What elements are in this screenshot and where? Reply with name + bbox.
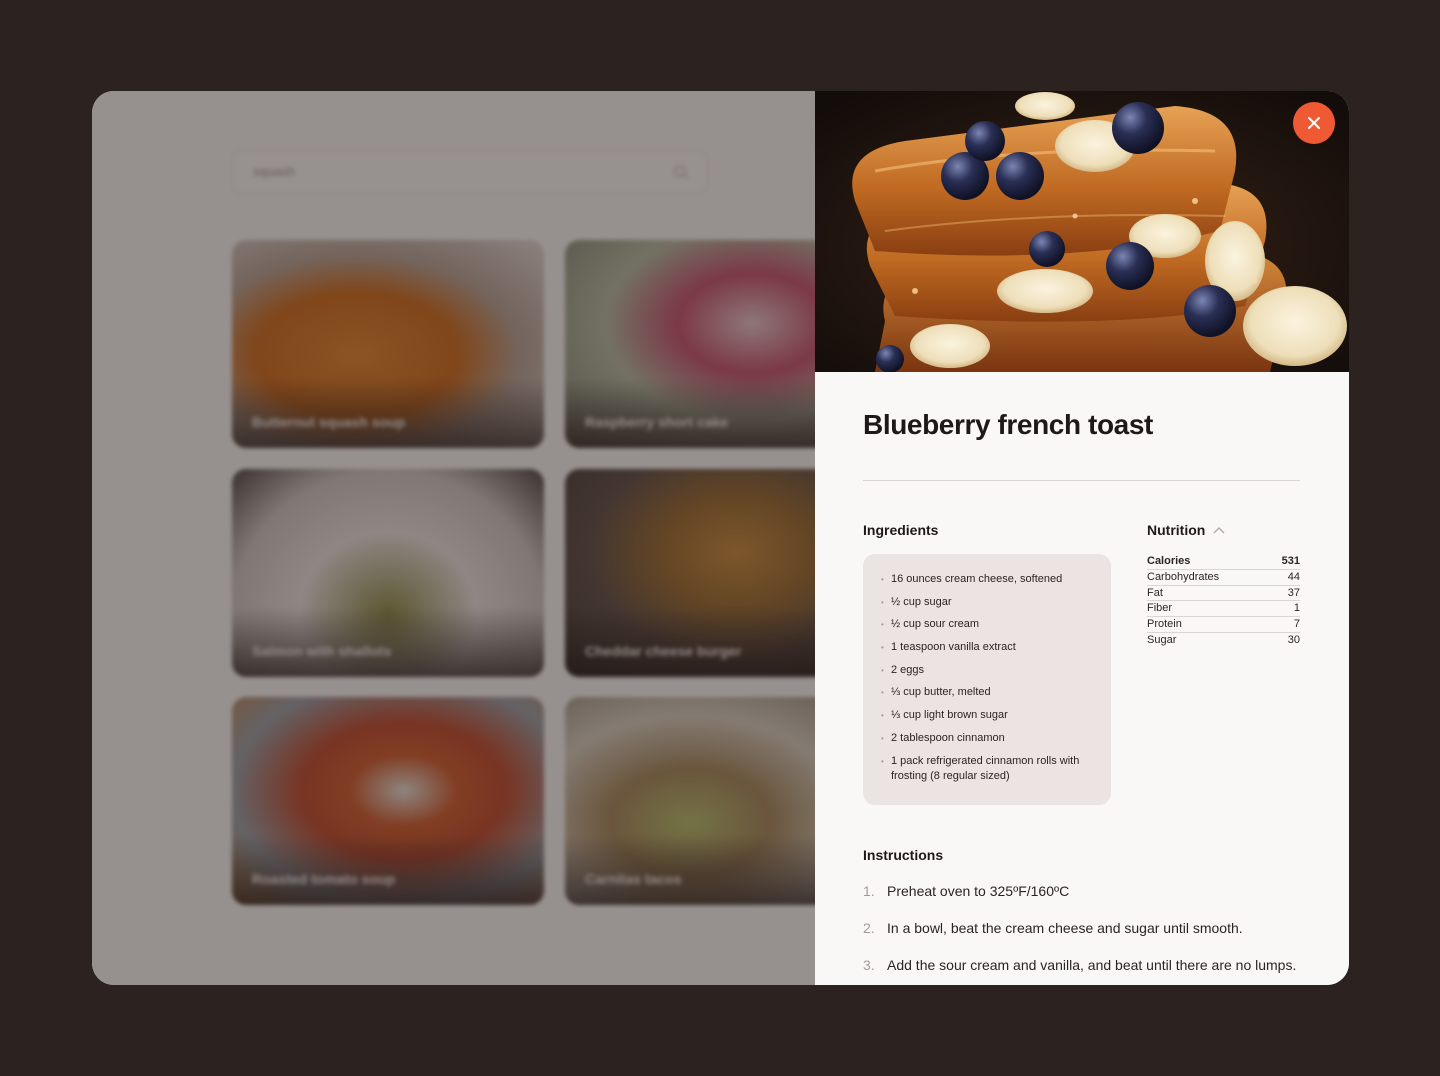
modal-backdrop[interactable] xyxy=(92,91,832,985)
nutrition-row: Fat 37 xyxy=(1147,586,1300,602)
nutrition-label: Calories xyxy=(1147,555,1191,567)
chevron-up-icon xyxy=(1213,527,1225,534)
step-number: 1. xyxy=(863,883,875,899)
ingredient-item: 2 eggs xyxy=(881,663,1097,679)
nutrition-label: Fat xyxy=(1147,586,1163,599)
nutrition-row: Calories 531 xyxy=(1147,554,1300,570)
nutrition-label: Fiber xyxy=(1147,602,1173,615)
nutrition-row: Carbohydrates 44 xyxy=(1147,570,1300,586)
divider xyxy=(863,480,1300,481)
nutrition-toggle[interactable]: Nutrition xyxy=(1147,522,1225,538)
nutrition-label: Carbohydrates xyxy=(1147,570,1220,583)
recipe-hero-image xyxy=(815,91,1349,372)
instructions-list: 1. Preheat oven to 325ºF/160ºC 2. In a b… xyxy=(863,880,1303,985)
nutrition-label: Protein xyxy=(1147,618,1182,631)
step-text: In a bowl, beat the cream cheese and sug… xyxy=(887,920,1243,936)
ingredient-item: 1 teaspoon vanilla extract xyxy=(881,640,1097,656)
ingredient-item: ½ cup sour cream xyxy=(881,617,1097,633)
instructions-heading: Instructions xyxy=(863,847,944,863)
nutrition-value: 1 xyxy=(1293,602,1300,615)
nutrition-label: Sugar xyxy=(1147,633,1177,646)
instruction-step: 2. In a bowl, beat the cream cheese and … xyxy=(863,917,1303,939)
nutrition-row: Fiber 1 xyxy=(1147,601,1300,618)
step-text: Add the sour cream and vanilla, and beat… xyxy=(887,957,1297,973)
nutrition-heading: Nutrition xyxy=(1147,522,1206,538)
app-window: squash Butternut squash soup Raspberry s… xyxy=(92,91,1349,985)
close-button[interactable] xyxy=(1293,102,1335,144)
french-toast-photo xyxy=(815,91,1349,372)
step-text: Preheat oven to 325ºF/160ºC xyxy=(887,883,1070,899)
nutrition-row: Sugar 30 xyxy=(1147,633,1300,649)
step-number: 2. xyxy=(863,920,875,936)
instruction-step: 3. Add the sour cream and vanilla, and b… xyxy=(863,954,1303,976)
ingredients-heading: Ingredients xyxy=(863,522,939,538)
recipe-detail-panel: Blueberry french toast Ingredients 16 ou… xyxy=(815,91,1349,985)
close-icon xyxy=(1308,117,1320,129)
step-number: 3. xyxy=(863,957,875,973)
recipe-title: Blueberry french toast xyxy=(863,409,1153,440)
nutrition-value: 7 xyxy=(1293,618,1300,631)
nutrition-value: 44 xyxy=(1287,570,1300,583)
ingredient-item: ½ cup sugar xyxy=(881,595,1097,611)
ingredients-box: 16 ounces cream cheese, softened ½ cup s… xyxy=(863,554,1111,805)
nutrition-table: Calories 531 Carbohydrates 44 Fat 37 Fib… xyxy=(1147,554,1300,649)
ingredient-item: 1 pack refrigerated cinnamon rolls with … xyxy=(881,754,1097,785)
ingredient-item: ⅓ cup light brown sugar xyxy=(881,708,1097,724)
nutrition-value: 531 xyxy=(1281,555,1300,567)
ingredient-item: ⅓ cup butter, melted xyxy=(881,685,1097,701)
nutrition-value: 30 xyxy=(1287,633,1300,646)
instruction-step: 1. Preheat oven to 325ºF/160ºC xyxy=(863,880,1303,902)
nutrition-row: Protein 7 xyxy=(1147,617,1300,633)
ingredient-item: 2 tablespoon cinnamon xyxy=(881,731,1097,747)
ingredient-item: 16 ounces cream cheese, softened xyxy=(881,572,1097,588)
ingredients-list: 16 ounces cream cheese, softened ½ cup s… xyxy=(881,572,1097,785)
nutrition-value: 37 xyxy=(1287,586,1300,599)
